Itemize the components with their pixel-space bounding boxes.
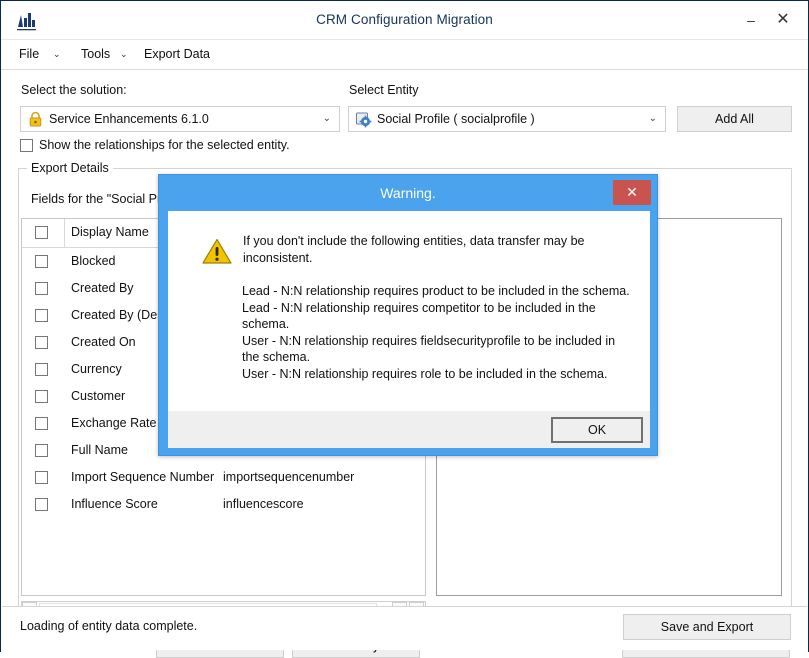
lock-icon — [27, 111, 44, 128]
cell-display-name: Created On — [71, 335, 136, 349]
chevron-down-icon-entity[interactable]: ⌄ — [649, 113, 657, 124]
solution-label: Select the solution: — [21, 83, 127, 97]
row-checkbox[interactable] — [35, 309, 48, 322]
fields-caption: Fields for the "Social Pro — [31, 192, 168, 206]
add-all-button[interactable]: Add All — [677, 106, 792, 132]
status-bar: Loading of entity data complete. Save an… — [2, 606, 807, 650]
cell-display-name: Full Name — [71, 443, 128, 457]
cell-display-name: Customer — [71, 389, 125, 403]
select-all-checkbox[interactable] — [35, 226, 48, 239]
warning-dialog: Warning. ✕ If you don't include the foll… — [158, 174, 658, 456]
row-checkbox[interactable] — [35, 417, 48, 430]
entity-gear-icon — [355, 111, 372, 128]
entity-dropdown[interactable]: Social Profile ( socialprofile ) ⌄ — [348, 106, 666, 132]
table-row[interactable]: Influence Score influencescore — [22, 491, 425, 518]
export-details-title: Export Details — [27, 161, 113, 175]
cell-display-name: Influence Score — [71, 497, 158, 511]
cell-display-name: Blocked — [71, 254, 115, 268]
cell-display-name: Exchange Rate — [71, 416, 156, 430]
row-checkbox[interactable] — [35, 390, 48, 403]
row-checkbox[interactable] — [35, 336, 48, 349]
close-button[interactable]: ✕ — [770, 9, 796, 31]
menu-item-export-data[interactable]: Export Data — [141, 46, 213, 62]
window-title: CRM Configuration Migration — [1, 12, 808, 27]
row-checkbox[interactable] — [35, 444, 48, 457]
cell-display-name: Import Sequence Number — [71, 470, 214, 484]
dialog-message-line: User - N:N relationship requires role to… — [242, 366, 632, 383]
dialog-message-line: Lead - N:N relationship requires product… — [242, 283, 632, 300]
row-checkbox[interactable] — [35, 255, 48, 268]
dialog-message-lines: Lead - N:N relationship requires product… — [242, 283, 632, 382]
save-and-export-button[interactable]: Save and Export — [623, 614, 791, 640]
menu-item-file[interactable]: File — [16, 46, 42, 62]
warning-triangle-icon — [202, 238, 232, 265]
chevron-down-icon-file[interactable]: ⌄ — [53, 49, 61, 60]
row-checkbox[interactable] — [35, 363, 48, 376]
dialog-body: If you don't include the following entit… — [168, 211, 650, 411]
cell-schema-name: importsequencenumber — [223, 470, 354, 484]
dialog-message-line: User - N:N relationship requires fieldse… — [242, 333, 632, 366]
row-checkbox[interactable] — [35, 471, 48, 484]
solution-dropdown[interactable]: Service Enhancements 6.1.0 ⌄ — [20, 106, 340, 132]
cell-schema-name: influencescore — [223, 497, 304, 511]
dialog-heading: If you don't include the following entit… — [243, 233, 618, 267]
dialog-close-button[interactable]: ✕ — [613, 180, 651, 205]
dialog-footer: OK — [168, 411, 650, 448]
chevron-down-icon-solution[interactable]: ⌄ — [323, 113, 331, 124]
dialog-title: Warning. — [159, 175, 657, 211]
minimize-button[interactable]: – — [738, 9, 764, 31]
add-all-label: Add All — [715, 112, 754, 126]
row-checkbox[interactable] — [35, 282, 48, 295]
table-row[interactable]: Import Sequence Number importsequencenum… — [22, 464, 425, 491]
entity-label: Select Entity — [349, 83, 418, 97]
entity-value: Social Profile ( socialprofile ) — [377, 112, 535, 126]
dialog-ok-button[interactable]: OK — [551, 417, 643, 443]
status-message: Loading of entity data complete. — [20, 619, 197, 633]
row-checkbox[interactable] — [35, 498, 48, 511]
dialog-message-line: Lead - N:N relationship requires competi… — [242, 300, 632, 333]
title-bar: CRM Configuration Migration – ✕ — [1, 1, 808, 40]
cell-display-name: Currency — [71, 362, 122, 376]
chevron-down-icon-tools[interactable]: ⌄ — [120, 49, 128, 60]
show-relationships-label: Show the relationships for the selected … — [39, 138, 290, 152]
save-and-export-label: Save and Export — [661, 620, 753, 634]
solution-value: Service Enhancements 6.1.0 — [49, 112, 209, 126]
show-relationships-checkbox[interactable] — [20, 139, 33, 152]
menu-bar: File ⌄ Tools ⌄ Export Data — [1, 40, 808, 70]
menu-item-tools[interactable]: Tools — [78, 46, 113, 62]
cell-display-name: Created By — [71, 281, 134, 295]
column-divider — [64, 219, 65, 247]
column-header-display-name[interactable]: Display Name — [71, 225, 149, 239]
app-window: CRM Configuration Migration – ✕ File ⌄ T… — [0, 0, 809, 652]
